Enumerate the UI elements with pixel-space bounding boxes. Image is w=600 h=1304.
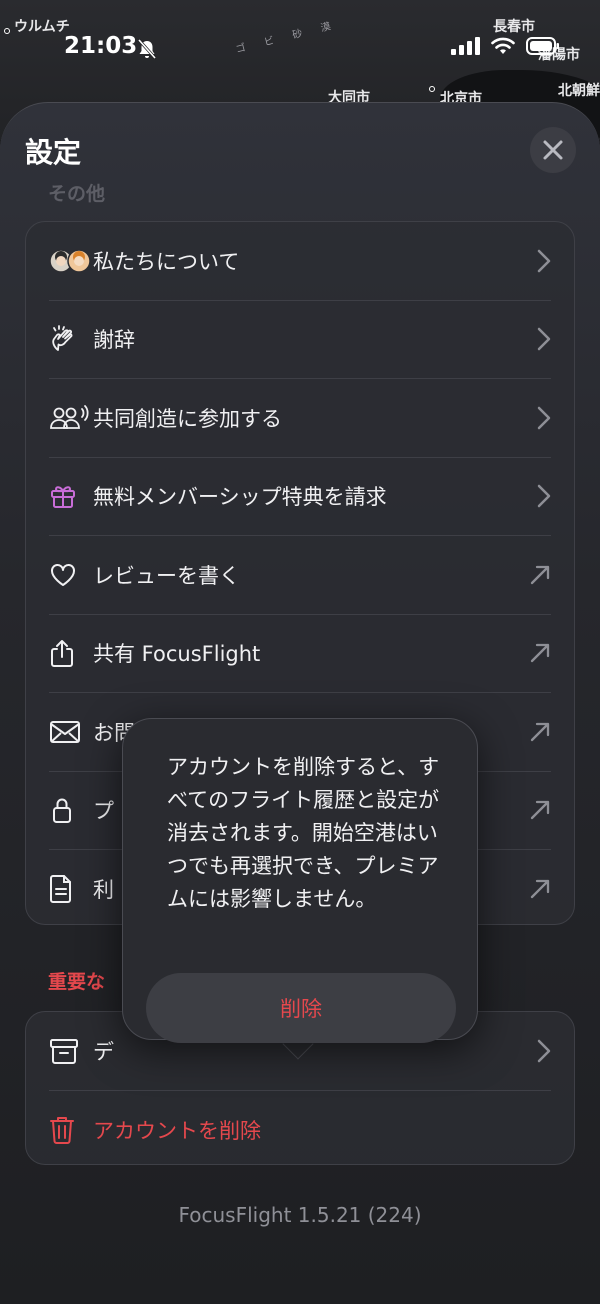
arrow-up-right-icon [525,721,551,743]
close-icon [543,140,563,160]
app-version: FocusFlight 1.5.21 (224) [178,1203,422,1227]
document-icon [49,874,93,904]
settings-item-label: 共同創造に参加する [93,406,282,431]
delete-confirm-popover: アカウントを削除すると、すべてのフライト履歴と設定が消去されます。開始空港はいつ… [122,718,478,1043]
sheet-title: 設定 [25,136,82,169]
trash-icon [49,1115,93,1145]
confirm-delete-button[interactable]: 削除 [146,973,456,1043]
chevron-right-icon [525,406,551,430]
settings-item-acknowledgements[interactable]: 謝辞 [49,301,551,379]
chevron-right-icon [525,327,551,351]
arrow-up-right-icon [525,799,551,821]
mail-icon [49,720,93,744]
settings-item-about[interactable]: 私たちについて [49,222,551,301]
chevron-right-icon [525,1039,551,1063]
map-label-north-korea: 北朝鮮 [558,83,600,99]
close-button[interactable] [530,127,576,173]
lock-icon [49,795,93,825]
clapping-hands-icon [49,324,93,354]
status-icons [450,36,560,56]
heart-icon [49,562,93,588]
status-time: 21:03 [64,33,138,59]
archive-icon [49,1037,93,1065]
gift-icon [49,482,93,510]
section-header-danger: 重要な [48,971,106,993]
settings-item-label: 共有 FocusFlight [93,642,261,667]
settings-item-label: 私たちについて [93,249,240,274]
map-city-dot [429,86,435,92]
settings-sheet: 設定 その他 私たちについて 謝辞 共同創造に参加する 無料メンバーシップ特典を… [0,102,600,1304]
map-label-gobi: ゴ ビ 砂 漠 [234,19,340,56]
settings-item-share[interactable]: 共有 FocusFlight [49,615,551,693]
settings-item-label: 謝辞 [93,328,135,353]
map-label-changchun: 長春市 [493,19,535,35]
map-city-dot [4,28,10,34]
arrow-up-right-icon [525,878,551,900]
settings-item-co-creation[interactable]: 共同創造に参加する [49,379,551,458]
settings-item-label: レビューを書く [93,563,240,588]
arrow-up-right-icon [525,642,551,664]
chevron-right-icon [525,484,551,508]
popover-message: アカウントを削除すると、すべてのフライト履歴と設定が消去されます。開始空港はいつ… [167,755,440,911]
map-label-urumqi: ウルムチ [14,19,70,35]
section-header-other: その他 [48,183,106,205]
settings-item-write-review[interactable]: レビューを書く [49,536,551,615]
cellular-signal-icon [451,37,480,55]
settings-item-label: 無料メンバーシップ特典を請求 [93,485,387,510]
settings-item-free-membership[interactable]: 無料メンバーシップ特典を請求 [49,458,551,536]
avatars-icon [49,247,93,275]
battery-icon [526,37,559,55]
confirm-delete-label: 削除 [280,997,322,1021]
share-icon [49,638,93,668]
wifi-icon [491,37,515,54]
silent-bell-icon [137,39,157,59]
delete-account-button[interactable]: アカウントを削除 [49,1091,551,1170]
people-icon [49,404,93,432]
arrow-up-right-icon [525,564,551,586]
settings-item-label: アカウントを削除 [93,1118,261,1143]
chevron-right-icon [525,249,551,273]
